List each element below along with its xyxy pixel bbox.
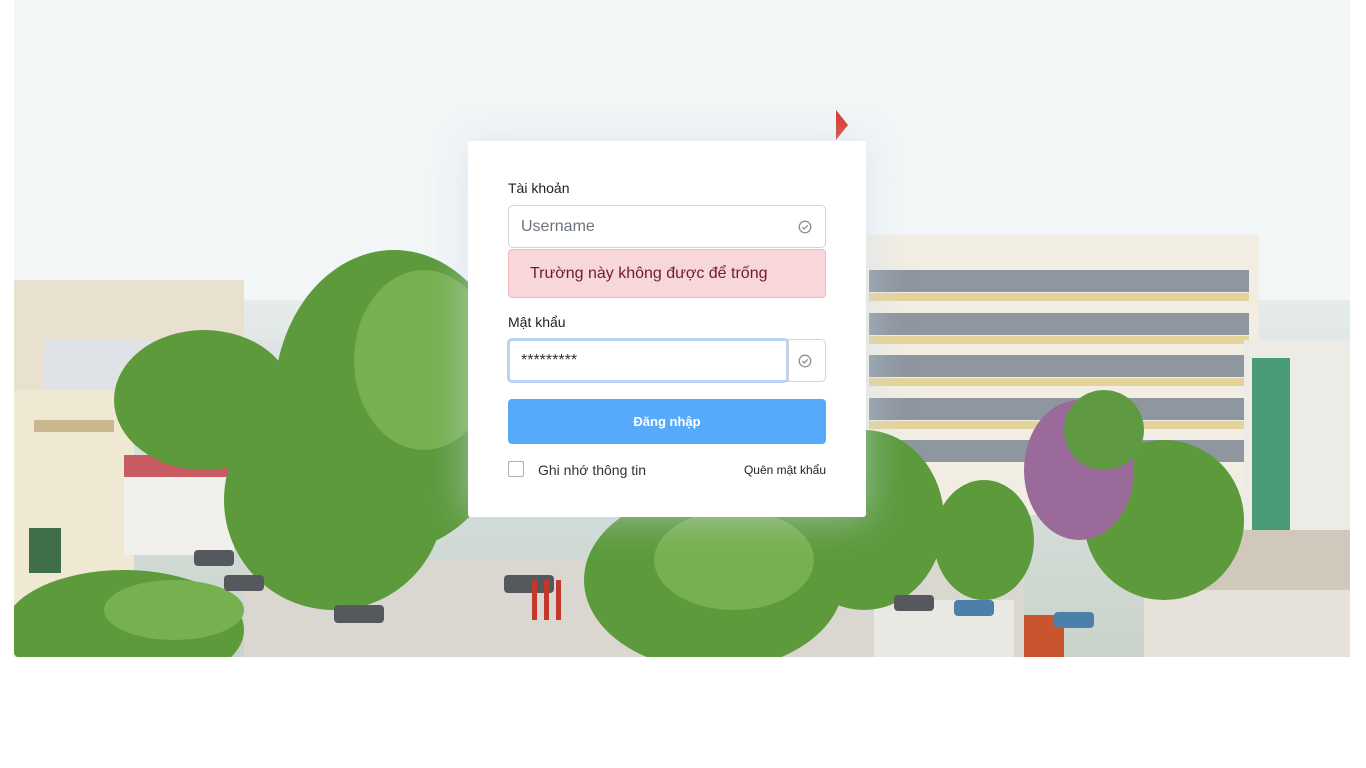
login-card: Tài khoản Trường này không được để trống… xyxy=(468,141,866,517)
check-circle-icon xyxy=(798,220,812,234)
username-input[interactable] xyxy=(509,206,789,247)
username-label: Tài khoản xyxy=(508,180,570,196)
field-divider xyxy=(788,340,789,381)
login-button[interactable]: Đăng nhập xyxy=(508,399,826,444)
username-field[interactable] xyxy=(508,205,826,248)
remember-me-label: Ghi nhớ thông tin xyxy=(538,462,647,478)
password-input[interactable] xyxy=(509,340,789,381)
password-label: Mật khẩu xyxy=(508,314,566,330)
check-circle-icon xyxy=(798,354,812,368)
remember-me-checkbox[interactable] xyxy=(508,461,524,477)
forgot-password-link[interactable]: Quên mật khẩu xyxy=(744,463,826,477)
username-error-message: Trường này không được để trống xyxy=(508,249,826,298)
password-field[interactable] xyxy=(507,338,826,383)
